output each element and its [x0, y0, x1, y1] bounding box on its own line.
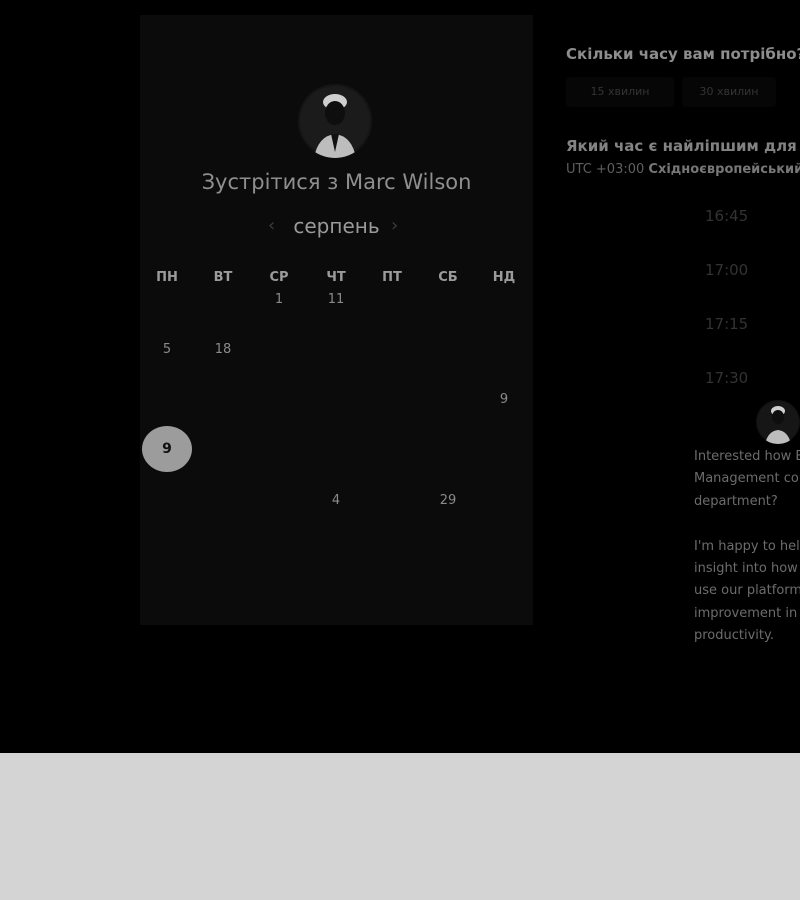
weekday-sat: СБ — [438, 270, 458, 285]
weekday-wed: СР — [269, 270, 289, 285]
weekday-thu: ЧТ — [326, 270, 346, 285]
time-slot-label: 17:00 — [705, 261, 749, 279]
calendar-day[interactable]: 9 — [476, 392, 532, 407]
chat-message-line: insight into how c — [694, 561, 800, 576]
chat-message-line: department? — [694, 494, 778, 509]
month-navigator: ‹ серпень › — [140, 213, 533, 241]
chevron-right-icon[interactable]: › — [391, 215, 398, 236]
chat-message-line: Management cou — [694, 471, 800, 486]
calendar-day[interactable]: 18 — [195, 342, 251, 357]
time-slot-label: 16:45 — [705, 207, 749, 225]
time-slot[interactable]: 17:15 — [566, 302, 800, 346]
timezone-name: Східноєвропейський ч — [648, 162, 800, 177]
weekday-sun: НД — [492, 270, 516, 285]
booking-title: Зустрітися з Marc Wilson — [201, 170, 472, 194]
time-slot-label: 17:15 — [705, 315, 749, 333]
time-slot[interactable]: 16:45 — [566, 194, 800, 238]
chat-message-line: productivity. — [694, 628, 774, 643]
chat-message-line: Interested how E — [694, 449, 800, 464]
calendar-day[interactable]: 1 — [251, 292, 307, 307]
duration-question: Скільки часу вам потрібно? — [566, 45, 800, 63]
timezone-label[interactable]: UTC +03:00 Східноєвропейський ч — [566, 162, 800, 177]
weekday-fri: ПТ — [382, 270, 402, 285]
chat-avatar[interactable] — [756, 400, 800, 444]
calendar-day[interactable]: 4 — [308, 493, 364, 508]
time-slot[interactable]: 17:00 — [566, 248, 800, 292]
time-question: Який час є найліпшим для вас — [566, 137, 800, 155]
month-label: серпень — [293, 214, 380, 238]
chat-message-line: use our platform t — [694, 583, 800, 598]
booking-screen: Зустрітися з Marc Wilson ‹ серпень › ПН … — [0, 0, 800, 753]
calendar-day[interactable]: 5 — [139, 342, 195, 357]
host-avatar — [298, 84, 372, 158]
time-slot-label: 17:30 — [705, 369, 749, 387]
page-background — [0, 753, 800, 900]
weekday-tue: ВТ — [213, 270, 233, 285]
calendar-day[interactable]: 11 — [308, 292, 364, 307]
calendar-day[interactable]: 29 — [420, 493, 476, 508]
chat-message-line: improvement in I — [694, 606, 800, 621]
chat-message-line: I'm happy to help — [694, 539, 800, 554]
duration-option-15[interactable]: 15 хвилин — [566, 77, 674, 107]
time-slot[interactable]: 17:30 — [566, 356, 800, 400]
calendar-day-selected[interactable]: 9 — [142, 426, 192, 472]
timezone-offset: UTC +03:00 — [566, 162, 645, 177]
weekday-mon: ПН — [156, 270, 178, 285]
duration-option-30[interactable]: 30 хвилин — [682, 77, 776, 107]
